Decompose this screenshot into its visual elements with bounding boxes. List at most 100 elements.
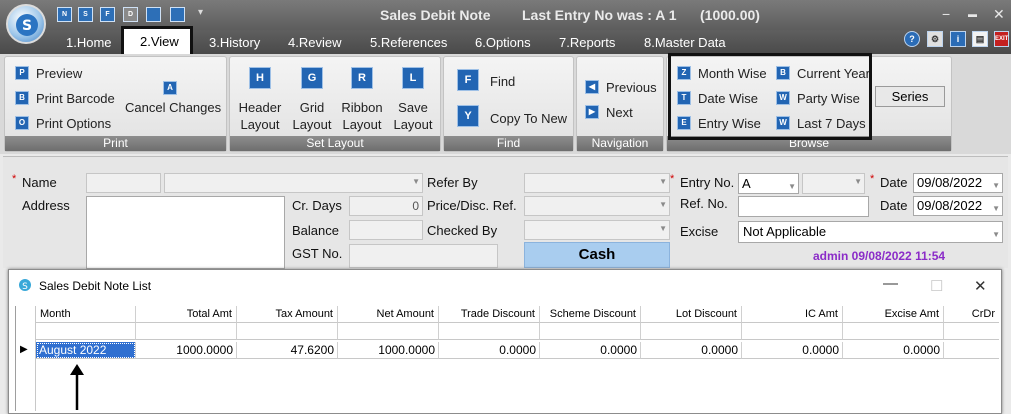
menu-reports[interactable]: 7.Reports — [559, 35, 615, 50]
filter-ic-amt[interactable] — [742, 323, 843, 340]
quick-delete-icon[interactable]: D — [123, 7, 138, 22]
refer-by-select[interactable]: ▼ — [524, 173, 670, 193]
table-cell-scheme-discount[interactable]: 0.0000 — [540, 342, 641, 359]
checked-by-select[interactable]: ▼ — [524, 220, 670, 240]
exit-icon[interactable]: EXIT — [994, 31, 1009, 47]
series-button[interactable]: Series — [875, 86, 945, 107]
table-cell-month[interactable]: August 2022 — [36, 342, 136, 359]
menu-history[interactable]: 3.History — [209, 35, 260, 50]
settings-icon[interactable]: ⚙ — [927, 31, 943, 47]
previous-icon: ◀ — [585, 80, 599, 94]
quick-access-dropdown-icon[interactable]: ▾ — [198, 7, 203, 18]
close-button[interactable]: ✕ — [993, 6, 1005, 23]
excise-select[interactable]: Not Applicable ▼ — [738, 221, 1003, 243]
filter-trade-discount[interactable] — [439, 323, 540, 340]
table-cell-net-amount[interactable]: 1000.0000 — [338, 342, 439, 359]
list-minimize-button[interactable]: — — [883, 275, 898, 292]
next-button[interactable]: Next — [606, 105, 633, 120]
date2-picker[interactable]: 09/08/2022 ▼ — [913, 196, 1003, 216]
table-cell-tax-amount[interactable]: 47.6200 — [237, 342, 338, 359]
filter-total-amt[interactable] — [136, 323, 237, 340]
filter-scheme-discount[interactable] — [540, 323, 641, 340]
last-entry-amount: (1000.00) — [700, 7, 760, 23]
gst-input[interactable] — [349, 244, 498, 268]
preview-button[interactable]: Preview — [36, 66, 82, 81]
entry-no-series-select[interactable]: A ▼ — [738, 173, 799, 194]
copy-to-new-button[interactable]: Copy To New — [490, 111, 567, 126]
address-label: Address — [22, 198, 70, 213]
list-maximize-button: ☐ — [930, 278, 944, 295]
column-header-scheme-discount[interactable]: Scheme Discount — [540, 306, 641, 323]
ribbon-layout-button[interactable]: Ribbon Layout — [337, 99, 387, 133]
menu-master-data[interactable]: 8.Master Data — [644, 35, 726, 50]
restore-button[interactable]: ▬ — [968, 9, 977, 19]
next-icon: ▶ — [585, 105, 599, 119]
filter-net-amount[interactable] — [338, 323, 439, 340]
header-layout-button[interactable]: Header Layout — [235, 99, 285, 133]
date-picker[interactable]: 09/08/2022 ▼ — [913, 173, 1003, 193]
table-cell-total-amt[interactable]: 1000.0000 — [136, 342, 237, 359]
print-barcode-button[interactable]: Print Barcode — [36, 91, 115, 106]
quick-preview-icon[interactable] — [170, 7, 185, 22]
column-header-crdr[interactable]: CrDr — [944, 306, 999, 323]
column-header-ic-amt[interactable]: IC Amt — [742, 306, 843, 323]
quick-save-icon[interactable]: S — [78, 7, 93, 22]
table-cell-crdr[interactable] — [944, 342, 999, 359]
app-small-icon: S — [19, 279, 31, 292]
name-code-input[interactable] — [86, 173, 161, 193]
filter-lot-discount[interactable] — [641, 323, 742, 340]
info-icon[interactable]: i — [950, 31, 966, 47]
print-options-icon: O — [15, 116, 29, 130]
balance-label: Balance — [292, 223, 339, 238]
filter-crdr[interactable] — [944, 323, 999, 340]
column-header-total-amt[interactable]: Total Amt — [136, 306, 237, 323]
svg-text:S: S — [22, 18, 32, 34]
table-cell-excise-amt[interactable]: 0.0000 — [843, 342, 944, 359]
minimize-button[interactable]: − — [942, 6, 950, 22]
column-header-month[interactable]: Month — [36, 306, 136, 323]
filter-tax-amount[interactable] — [237, 323, 338, 340]
document-icon[interactable]: ▤ — [972, 31, 988, 47]
find-button[interactable]: Find — [490, 74, 515, 89]
quick-print-icon[interactable] — [146, 7, 161, 22]
last-entry-text: Last Entry No was : A 1 — [522, 7, 677, 23]
cash-button[interactable]: Cash — [524, 242, 670, 268]
column-header-lot-discount[interactable]: Lot Discount — [641, 306, 742, 323]
required-mark: * — [12, 173, 17, 185]
filter-month[interactable] — [36, 323, 136, 340]
table-cell-trade-discount[interactable]: 0.0000 — [439, 342, 540, 359]
price-disc-ref-select[interactable]: ▼ — [524, 196, 670, 216]
address-textarea[interactable] — [86, 196, 285, 269]
menu-references[interactable]: 5.References — [370, 35, 447, 50]
menu-review[interactable]: 4.Review — [288, 35, 341, 50]
previous-button[interactable]: Previous — [606, 80, 657, 95]
column-header-tax-amount[interactable]: Tax Amount — [237, 306, 338, 323]
quick-new-icon[interactable]: N — [57, 7, 72, 22]
refer-by-label: Refer By — [427, 175, 478, 190]
menu-home[interactable]: 1.Home — [66, 35, 112, 50]
app-logo[interactable]: S — [6, 4, 46, 44]
cancel-changes-button[interactable]: Cancel Changes — [125, 100, 221, 115]
find-icon: F — [457, 69, 479, 91]
list-close-button[interactable]: ✕ — [974, 277, 987, 295]
column-header-excise-amt[interactable]: Excise Amt — [843, 306, 944, 323]
save-layout-button[interactable]: Save Layout — [388, 99, 438, 133]
column-header-net-amount[interactable]: Net Amount — [338, 306, 439, 323]
ribbon-group-find: F Find Y Copy To New Find — [443, 56, 574, 152]
help-icon[interactable]: ? — [904, 31, 920, 47]
quick-find-icon[interactable]: F — [100, 7, 115, 22]
list-grid: ▶ Month Total Amt Tax Amount Net Amount … — [15, 306, 999, 411]
table-cell-ic-amt[interactable]: 0.0000 — [742, 342, 843, 359]
name-select[interactable]: ▼ — [164, 173, 423, 193]
row-selector-column: ▶ — [16, 306, 36, 411]
menu-options[interactable]: 6.Options — [475, 35, 531, 50]
print-options-button[interactable]: Print Options — [36, 116, 111, 131]
name-label: Name — [22, 175, 57, 190]
cr-days-input[interactable]: 0 — [349, 196, 423, 216]
column-header-trade-discount[interactable]: Trade Discount — [439, 306, 540, 323]
ref-no-input[interactable] — [738, 196, 869, 217]
grid-layout-button[interactable]: Grid Layout — [287, 99, 337, 133]
entry-no-input[interactable]: ▼ — [802, 173, 865, 194]
table-cell-lot-discount[interactable]: 0.0000 — [641, 342, 742, 359]
filter-excise-amt[interactable] — [843, 323, 944, 340]
